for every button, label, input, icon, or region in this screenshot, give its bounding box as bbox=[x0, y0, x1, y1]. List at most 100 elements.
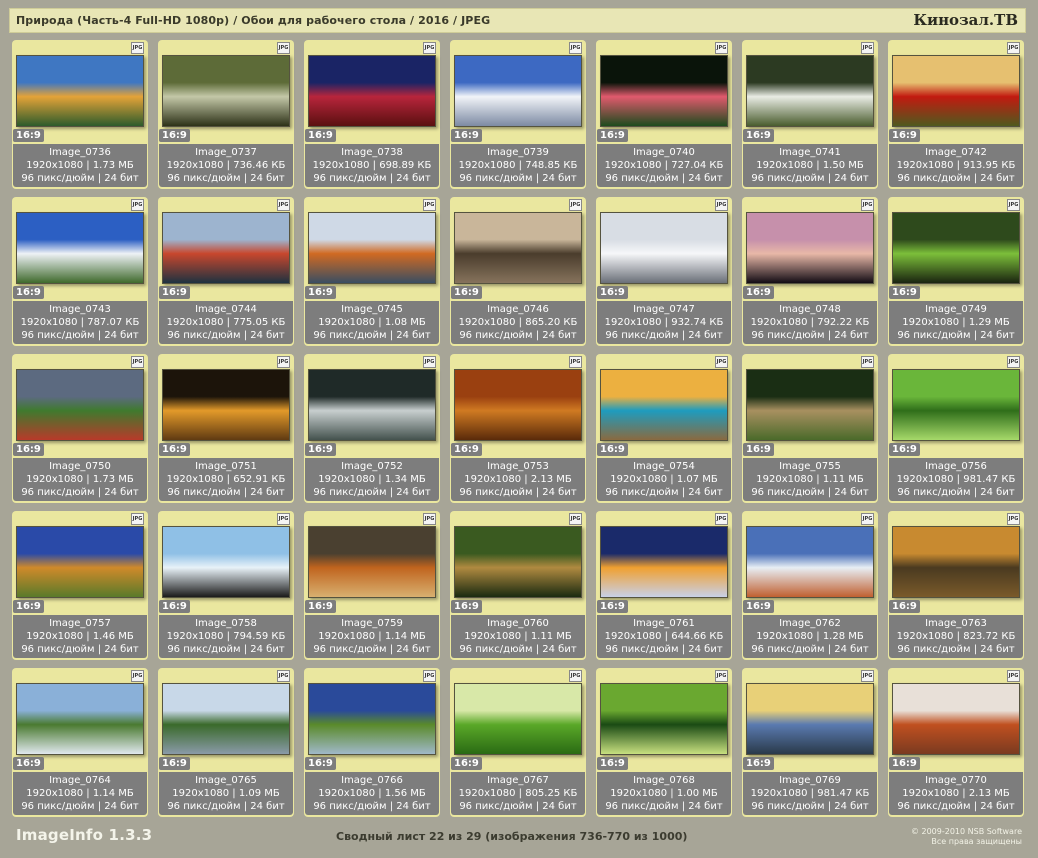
thumbnail-image[interactable] bbox=[746, 212, 874, 284]
image-tile[interactable]: JPG 16:9 Image_0764 1920x1080 | 1.14 МБ 96 п… bbox=[12, 668, 148, 817]
image-tile[interactable]: JPG 16:9 Image_0752 1920x1080 | 1.34 МБ 96 п… bbox=[304, 354, 440, 503]
thumbnail-image[interactable] bbox=[308, 55, 436, 127]
thumbnail-image[interactable] bbox=[454, 55, 582, 127]
image-tile[interactable]: JPG 16:9 Image_0765 1920x1080 | 1.09 МБ 96 п… bbox=[158, 668, 294, 817]
image-tile[interactable]: JPG 16:9 Image_0768 1920x1080 | 1.00 МБ 96 п… bbox=[596, 668, 732, 817]
image-tile[interactable]: JPG 16:9 Image_0755 1920x1080 | 1.11 МБ 96 п… bbox=[742, 354, 878, 503]
image-tile[interactable]: JPG 16:9 Image_0745 1920x1080 | 1.08 МБ 96 п… bbox=[304, 197, 440, 346]
thumbnail-image[interactable] bbox=[16, 212, 144, 284]
thumbnail-image[interactable] bbox=[162, 683, 290, 755]
image-resolution-size: 1920x1080 | 1.14 МБ bbox=[26, 788, 134, 799]
thumbnail-image[interactable] bbox=[162, 55, 290, 127]
thumbnail-image[interactable] bbox=[892, 683, 1020, 755]
image-tile[interactable]: JPG 16:9 Image_0770 1920x1080 | 2.13 МБ 96 п… bbox=[888, 668, 1024, 817]
aspect-ratio-badge: 16:9 bbox=[13, 757, 44, 770]
image-dpi: 96 пикс/дюйм bbox=[313, 330, 387, 341]
image-resolution: 1920x1080 bbox=[750, 788, 808, 799]
image-tile[interactable]: JPG 16:9 Image_0749 1920x1080 | 1.29 МБ 96 п… bbox=[888, 197, 1024, 346]
image-filesize: 1.14 МБ bbox=[92, 788, 134, 799]
image-dpi-bits: 96 пикс/дюйм | 24 бит bbox=[605, 801, 723, 812]
thumbnail-image[interactable] bbox=[746, 369, 874, 441]
image-tile[interactable]: JPG 16:9 Image_0767 1920x1080 | 805.25 КБ 96… bbox=[450, 668, 586, 817]
image-name: Image_0761 bbox=[633, 618, 695, 629]
thumbnail-image[interactable] bbox=[600, 55, 728, 127]
thumbnail-image[interactable] bbox=[162, 369, 290, 441]
thumbnail-image[interactable] bbox=[16, 526, 144, 598]
image-tile[interactable]: JPG 16:9 Image_0750 1920x1080 | 1.73 МБ 96 п… bbox=[12, 354, 148, 503]
image-tile[interactable]: JPG 16:9 Image_0758 1920x1080 | 794.59 КБ 96… bbox=[158, 511, 294, 660]
image-tile[interactable]: JPG 16:9 Image_0743 1920x1080 | 787.07 КБ 96… bbox=[12, 197, 148, 346]
image-tile[interactable]: JPG 16:9 Image_0736 1920x1080 | 1.73 МБ 96 п… bbox=[12, 40, 148, 189]
image-resolution: 1920x1080 bbox=[756, 631, 814, 642]
image-info: Image_0768 1920x1080 | 1.00 МБ 96 пикс/дюй… bbox=[597, 772, 731, 815]
thumbnail-image[interactable] bbox=[308, 369, 436, 441]
image-resolution: 1920x1080 bbox=[458, 788, 516, 799]
thumbnail-image[interactable] bbox=[892, 212, 1020, 284]
image-tile[interactable]: JPG 16:9 Image_0754 1920x1080 | 1.07 МБ 96 п… bbox=[596, 354, 732, 503]
image-name: Image_0760 bbox=[487, 618, 549, 629]
image-tile[interactable]: JPG 16:9 Image_0737 1920x1080 | 736.46 КБ 96… bbox=[158, 40, 294, 189]
thumbnail-image[interactable] bbox=[162, 526, 290, 598]
image-dpi: 96 пикс/дюйм bbox=[751, 330, 825, 341]
image-resolution-size: 1920x1080 | 736.46 КБ bbox=[166, 160, 286, 171]
thumbnail-image[interactable] bbox=[746, 55, 874, 127]
thumbnail-image[interactable] bbox=[454, 369, 582, 441]
jpg-file-icon: JPG bbox=[715, 42, 728, 54]
thumbnail-image[interactable] bbox=[600, 683, 728, 755]
image-tile[interactable]: JPG 16:9 Image_0738 1920x1080 | 698.89 КБ 96… bbox=[304, 40, 440, 189]
image-tile[interactable]: JPG 16:9 Image_0741 1920x1080 | 1.50 МБ 96 п… bbox=[742, 40, 878, 189]
thumbnail-image[interactable] bbox=[308, 212, 436, 284]
image-tile[interactable]: JPG 16:9 Image_0761 1920x1080 | 644.66 КБ 96… bbox=[596, 511, 732, 660]
thumbnail-image[interactable] bbox=[16, 55, 144, 127]
image-tile[interactable]: JPG 16:9 Image_0742 1920x1080 | 913.95 КБ 96… bbox=[888, 40, 1024, 189]
thumbnail-image[interactable] bbox=[454, 212, 582, 284]
image-dpi: 96 пикс/дюйм bbox=[459, 644, 533, 655]
image-name: Image_0740 bbox=[633, 147, 695, 158]
image-tile[interactable]: JPG 16:9 Image_0739 1920x1080 | 748.85 КБ 96… bbox=[450, 40, 586, 189]
thumbnail-image[interactable] bbox=[16, 369, 144, 441]
image-tile[interactable]: JPG 16:9 Image_0763 1920x1080 | 823.72 КБ 96… bbox=[888, 511, 1024, 660]
aspect-ratio-badge: 16:9 bbox=[743, 443, 774, 456]
thumbnail-image[interactable] bbox=[892, 526, 1020, 598]
thumbnail-image[interactable] bbox=[162, 212, 290, 284]
thumbnail-image[interactable] bbox=[308, 683, 436, 755]
image-resolution: 1920x1080 bbox=[166, 631, 224, 642]
thumbnail-image[interactable] bbox=[600, 369, 728, 441]
image-tile[interactable]: JPG 16:9 Image_0744 1920x1080 | 775.05 КБ 96… bbox=[158, 197, 294, 346]
image-resolution-size: 1920x1080 | 1.73 МБ bbox=[26, 160, 134, 171]
image-dpi-bits: 96 пикс/дюйм | 24 бит bbox=[459, 487, 577, 498]
image-tile[interactable]: JPG 16:9 Image_0746 1920x1080 | 865.20 КБ 96… bbox=[450, 197, 586, 346]
image-filesize: 1.29 МБ bbox=[968, 317, 1010, 328]
image-tile[interactable]: JPG 16:9 Image_0740 1920x1080 | 727.04 КБ 96… bbox=[596, 40, 732, 189]
image-tile[interactable]: JPG 16:9 Image_0756 1920x1080 | 981.47 КБ 96… bbox=[888, 354, 1024, 503]
thumbnail-image[interactable] bbox=[600, 212, 728, 284]
thumbnail-image[interactable] bbox=[746, 526, 874, 598]
aspect-ratio-badge: 16:9 bbox=[743, 129, 774, 142]
image-dpi: 96 пикс/дюйм bbox=[313, 487, 387, 498]
image-info: Image_0739 1920x1080 | 748.85 КБ 96 пикс/д… bbox=[451, 144, 585, 187]
thumbnail-image[interactable] bbox=[892, 55, 1020, 127]
aspect-ratio-badge: 16:9 bbox=[451, 129, 482, 142]
image-tile[interactable]: JPG 16:9 Image_0762 1920x1080 | 1.28 МБ 96 п… bbox=[742, 511, 878, 660]
image-tile[interactable]: JPG 16:9 Image_0753 1920x1080 | 2.13 МБ 96 п… bbox=[450, 354, 586, 503]
image-filesize: 775.05 КБ bbox=[233, 317, 286, 328]
image-name: Image_0762 bbox=[779, 618, 841, 629]
thumbnail-image[interactable] bbox=[746, 683, 874, 755]
thumbnail-image[interactable] bbox=[454, 683, 582, 755]
image-tile[interactable]: JPG 16:9 Image_0751 1920x1080 | 652.91 КБ 96… bbox=[158, 354, 294, 503]
image-dpi: 96 пикс/дюйм bbox=[751, 173, 825, 184]
jpg-file-icon: JPG bbox=[423, 513, 436, 525]
image-tile[interactable]: JPG 16:9 Image_0766 1920x1080 | 1.56 МБ 96 п… bbox=[304, 668, 440, 817]
thumbnail-image[interactable] bbox=[600, 526, 728, 598]
image-dpi: 96 пикс/дюйм bbox=[167, 487, 241, 498]
image-tile[interactable]: JPG 16:9 Image_0747 1920x1080 | 932.74 КБ 96… bbox=[596, 197, 732, 346]
image-tile[interactable]: JPG 16:9 Image_0748 1920x1080 | 792.22 КБ 96… bbox=[742, 197, 878, 346]
image-tile[interactable]: JPG 16:9 Image_0759 1920x1080 | 1.14 МБ 96 п… bbox=[304, 511, 440, 660]
thumbnail-image[interactable] bbox=[308, 526, 436, 598]
image-tile[interactable]: JPG 16:9 Image_0760 1920x1080 | 1.11 МБ 96 п… bbox=[450, 511, 586, 660]
image-tile[interactable]: JPG 16:9 Image_0757 1920x1080 | 1.46 МБ 96 п… bbox=[12, 511, 148, 660]
thumbnail-image[interactable] bbox=[892, 369, 1020, 441]
thumbnail-image[interactable] bbox=[16, 683, 144, 755]
image-tile[interactable]: JPG 16:9 Image_0769 1920x1080 | 981.47 КБ 96… bbox=[742, 668, 878, 817]
thumbnail-image[interactable] bbox=[454, 526, 582, 598]
